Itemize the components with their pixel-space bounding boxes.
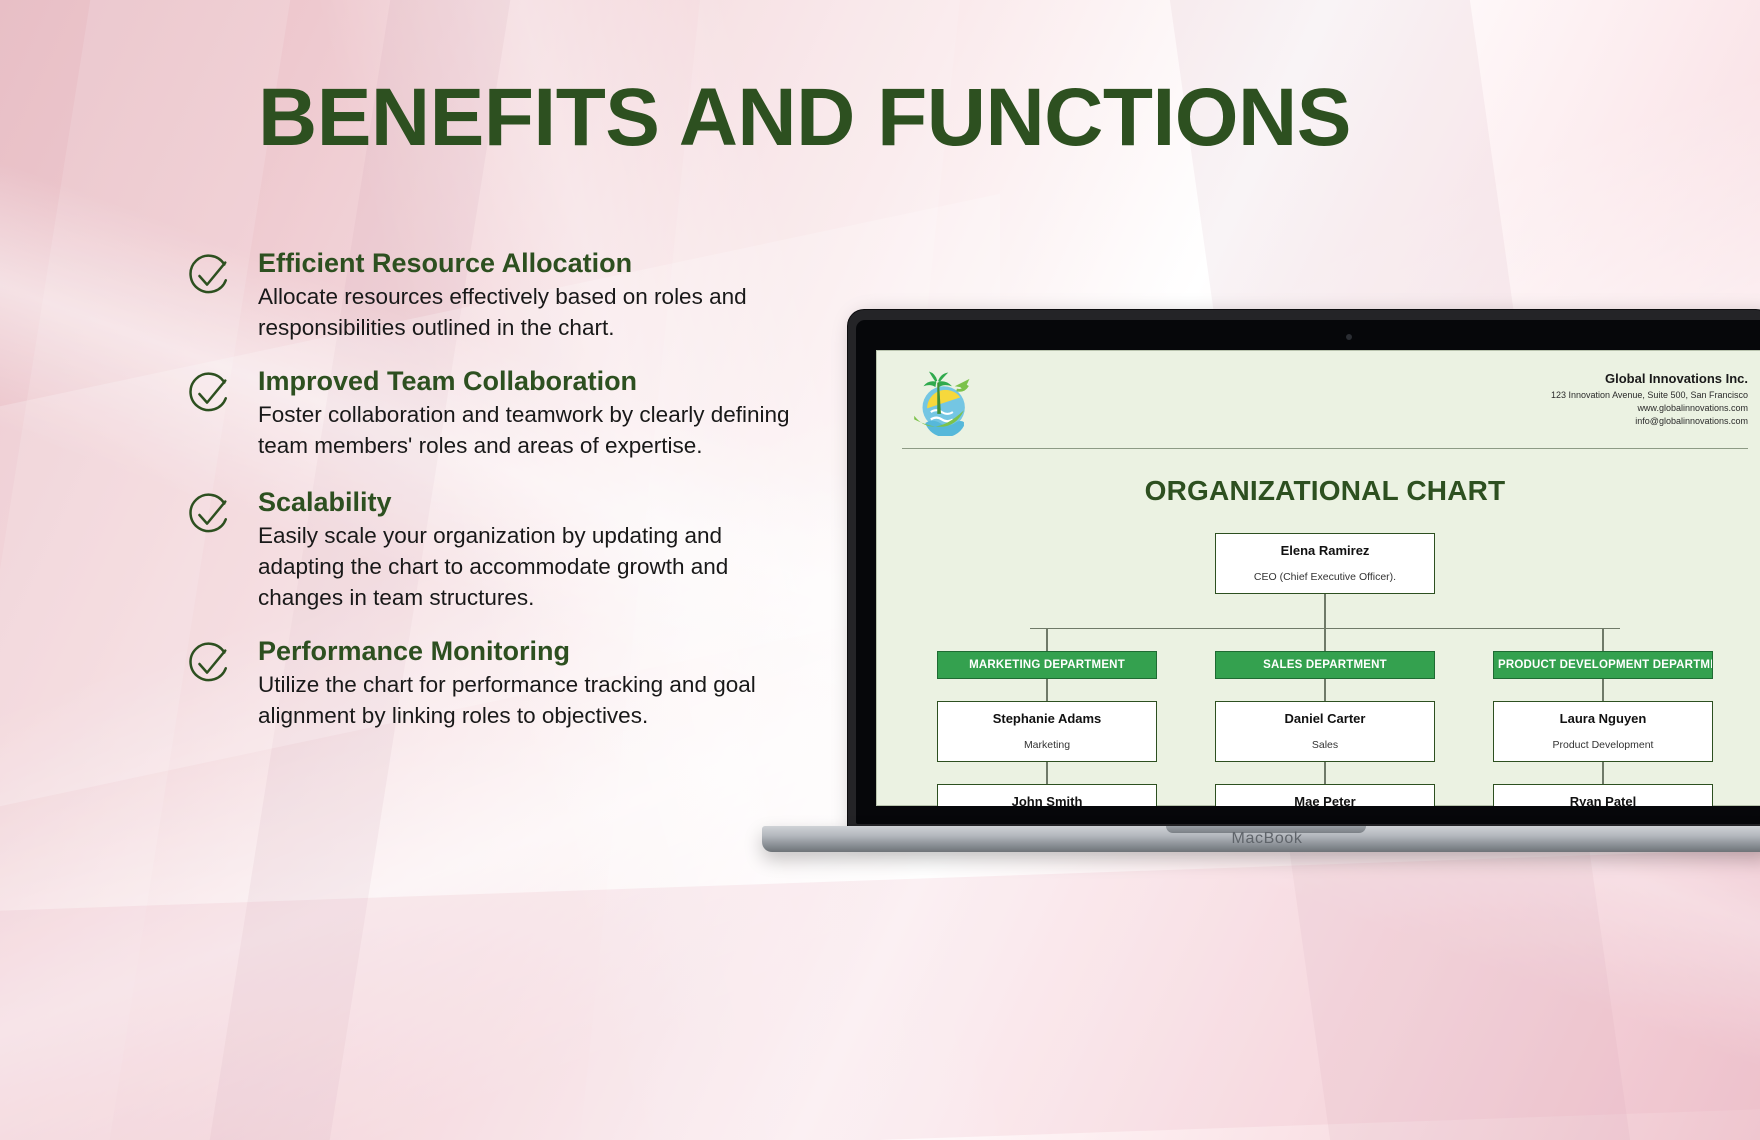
department-column-sales: SALES DEPARTMENT Daniel Carter Sales Mae…: [1215, 651, 1435, 806]
header-divider: [902, 448, 1748, 449]
benefit-body: Allocate resources effectively based on …: [258, 284, 747, 340]
org-chart-document: Global Innovations Inc. 123 Innovation A…: [876, 350, 1760, 806]
department-header: PRODUCT DEVELOPMENT DEPARTMENT: [1493, 651, 1713, 680]
org-node: Daniel Carter Sales: [1215, 701, 1435, 763]
root-row: Elena Ramirez CEO (Chief Executive Offic…: [902, 533, 1748, 594]
check-circle-icon: [186, 492, 232, 538]
tree-connector-vertical: [1324, 679, 1326, 702]
benefit-heading: Scalability: [258, 487, 392, 518]
tree-connector-vertical: [1602, 629, 1604, 652]
node-name: Mae Peter: [1294, 794, 1356, 806]
check-circle-icon: [186, 371, 232, 417]
benefit-heading: Improved Team Collaboration: [258, 365, 638, 396]
list-item: Performance Monitoring Utilize the chart…: [186, 636, 806, 732]
node-name: Elena Ramirez: [1280, 543, 1370, 558]
company-info: Global Innovations Inc. 123 Innovation A…: [1551, 366, 1748, 428]
laptop-bezel: Global Innovations Inc. 123 Innovation A…: [856, 320, 1760, 824]
tree-connector-vertical: [1324, 629, 1326, 652]
org-node: Mae Peter Sales: [1215, 784, 1435, 806]
benefit-body: Easily scale your organization by updati…: [258, 523, 729, 611]
node-role: Product Development: [1552, 739, 1654, 752]
chart-title: ORGANIZATIONAL CHART: [1144, 475, 1506, 506]
org-node: Laura Nguyen Product Development: [1493, 701, 1713, 763]
node-name: Daniel Carter: [1284, 711, 1366, 727]
benefit-heading: Performance Monitoring: [258, 635, 571, 666]
company-website: www.globalinnovations.com: [1637, 402, 1748, 413]
department-header: MARKETING DEPARTMENT: [937, 651, 1157, 680]
list-item: Scalability Easily scale your organizati…: [186, 487, 806, 613]
device-brand-label: MacBook: [1231, 830, 1303, 847]
tree-connector-vertical: [1046, 679, 1048, 702]
company-email: info@globalinnovations.com: [1635, 415, 1748, 426]
tree-connector-vertical: [1602, 679, 1604, 702]
laptop-lid: Global Innovations Inc. 123 Innovation A…: [848, 310, 1760, 830]
tree-connector-vertical: [1046, 762, 1048, 785]
department-column-product-development: PRODUCT DEVELOPMENT DEPARTMENT Laura Ngu…: [1493, 651, 1713, 806]
benefits-list: Efficient Resource Allocation Allocate r…: [186, 248, 806, 754]
node-role: CEO (Chief Executive Officer).: [1253, 570, 1397, 583]
node-role: Sales: [1311, 739, 1339, 752]
node-name: Stephanie Adams: [992, 711, 1102, 727]
org-node: Stephanie Adams Marketing: [937, 701, 1157, 763]
org-node: John Smith Marketing: [937, 784, 1157, 806]
check-circle-icon: [186, 253, 232, 299]
org-node-ceo: Elena Ramirez CEO (Chief Executive Offic…: [1215, 533, 1435, 594]
laptop-mockup: Global Innovations Inc. 123 Innovation A…: [762, 310, 1760, 870]
tree-connector-vertical: [1324, 593, 1326, 628]
node-role: Marketing: [1023, 739, 1071, 752]
list-item: Efficient Resource Allocation Allocate r…: [186, 248, 806, 344]
page-title: BENEFITS AND FUNCTIONS: [258, 72, 1351, 163]
department-header: SALES DEPARTMENT: [1215, 651, 1435, 680]
company-name: Global Innovations Inc.: [1604, 371, 1748, 386]
palm-island-travel-logo: [902, 366, 978, 438]
node-name: John Smith: [1011, 794, 1083, 806]
tree-connector-vertical: [1046, 629, 1048, 652]
org-tree: Elena Ramirez CEO (Chief Executive Offic…: [902, 533, 1748, 806]
department-column-marketing: MARKETING DEPARTMENT Stephanie Adams Mar…: [937, 651, 1157, 806]
tree-connector-vertical: [1602, 762, 1604, 785]
check-circle-icon: [186, 641, 232, 687]
org-node: Ryan Patel Product Development: [1493, 784, 1713, 806]
document-header: Global Innovations Inc. 123 Innovation A…: [902, 366, 1748, 438]
node-name: Laura Nguyen: [1559, 711, 1647, 727]
company-address: 123 Innovation Avenue, Suite 500, San Fr…: [1551, 389, 1748, 400]
laptop-screen: Global Innovations Inc. 123 Innovation A…: [876, 350, 1760, 806]
benefit-body: Utilize the chart for performance tracki…: [258, 671, 756, 728]
benefit-heading: Efficient Resource Allocation: [258, 248, 633, 278]
department-columns: MARKETING DEPARTMENT Stephanie Adams Mar…: [902, 651, 1748, 806]
node-name: Ryan Patel: [1569, 794, 1637, 806]
tree-connector-vertical: [1324, 762, 1326, 785]
benefit-body: Foster collaboration and teamwork by cle…: [258, 401, 790, 458]
webcam-icon: [1346, 334, 1352, 340]
list-item: Improved Team Collaboration Foster colla…: [186, 366, 806, 462]
